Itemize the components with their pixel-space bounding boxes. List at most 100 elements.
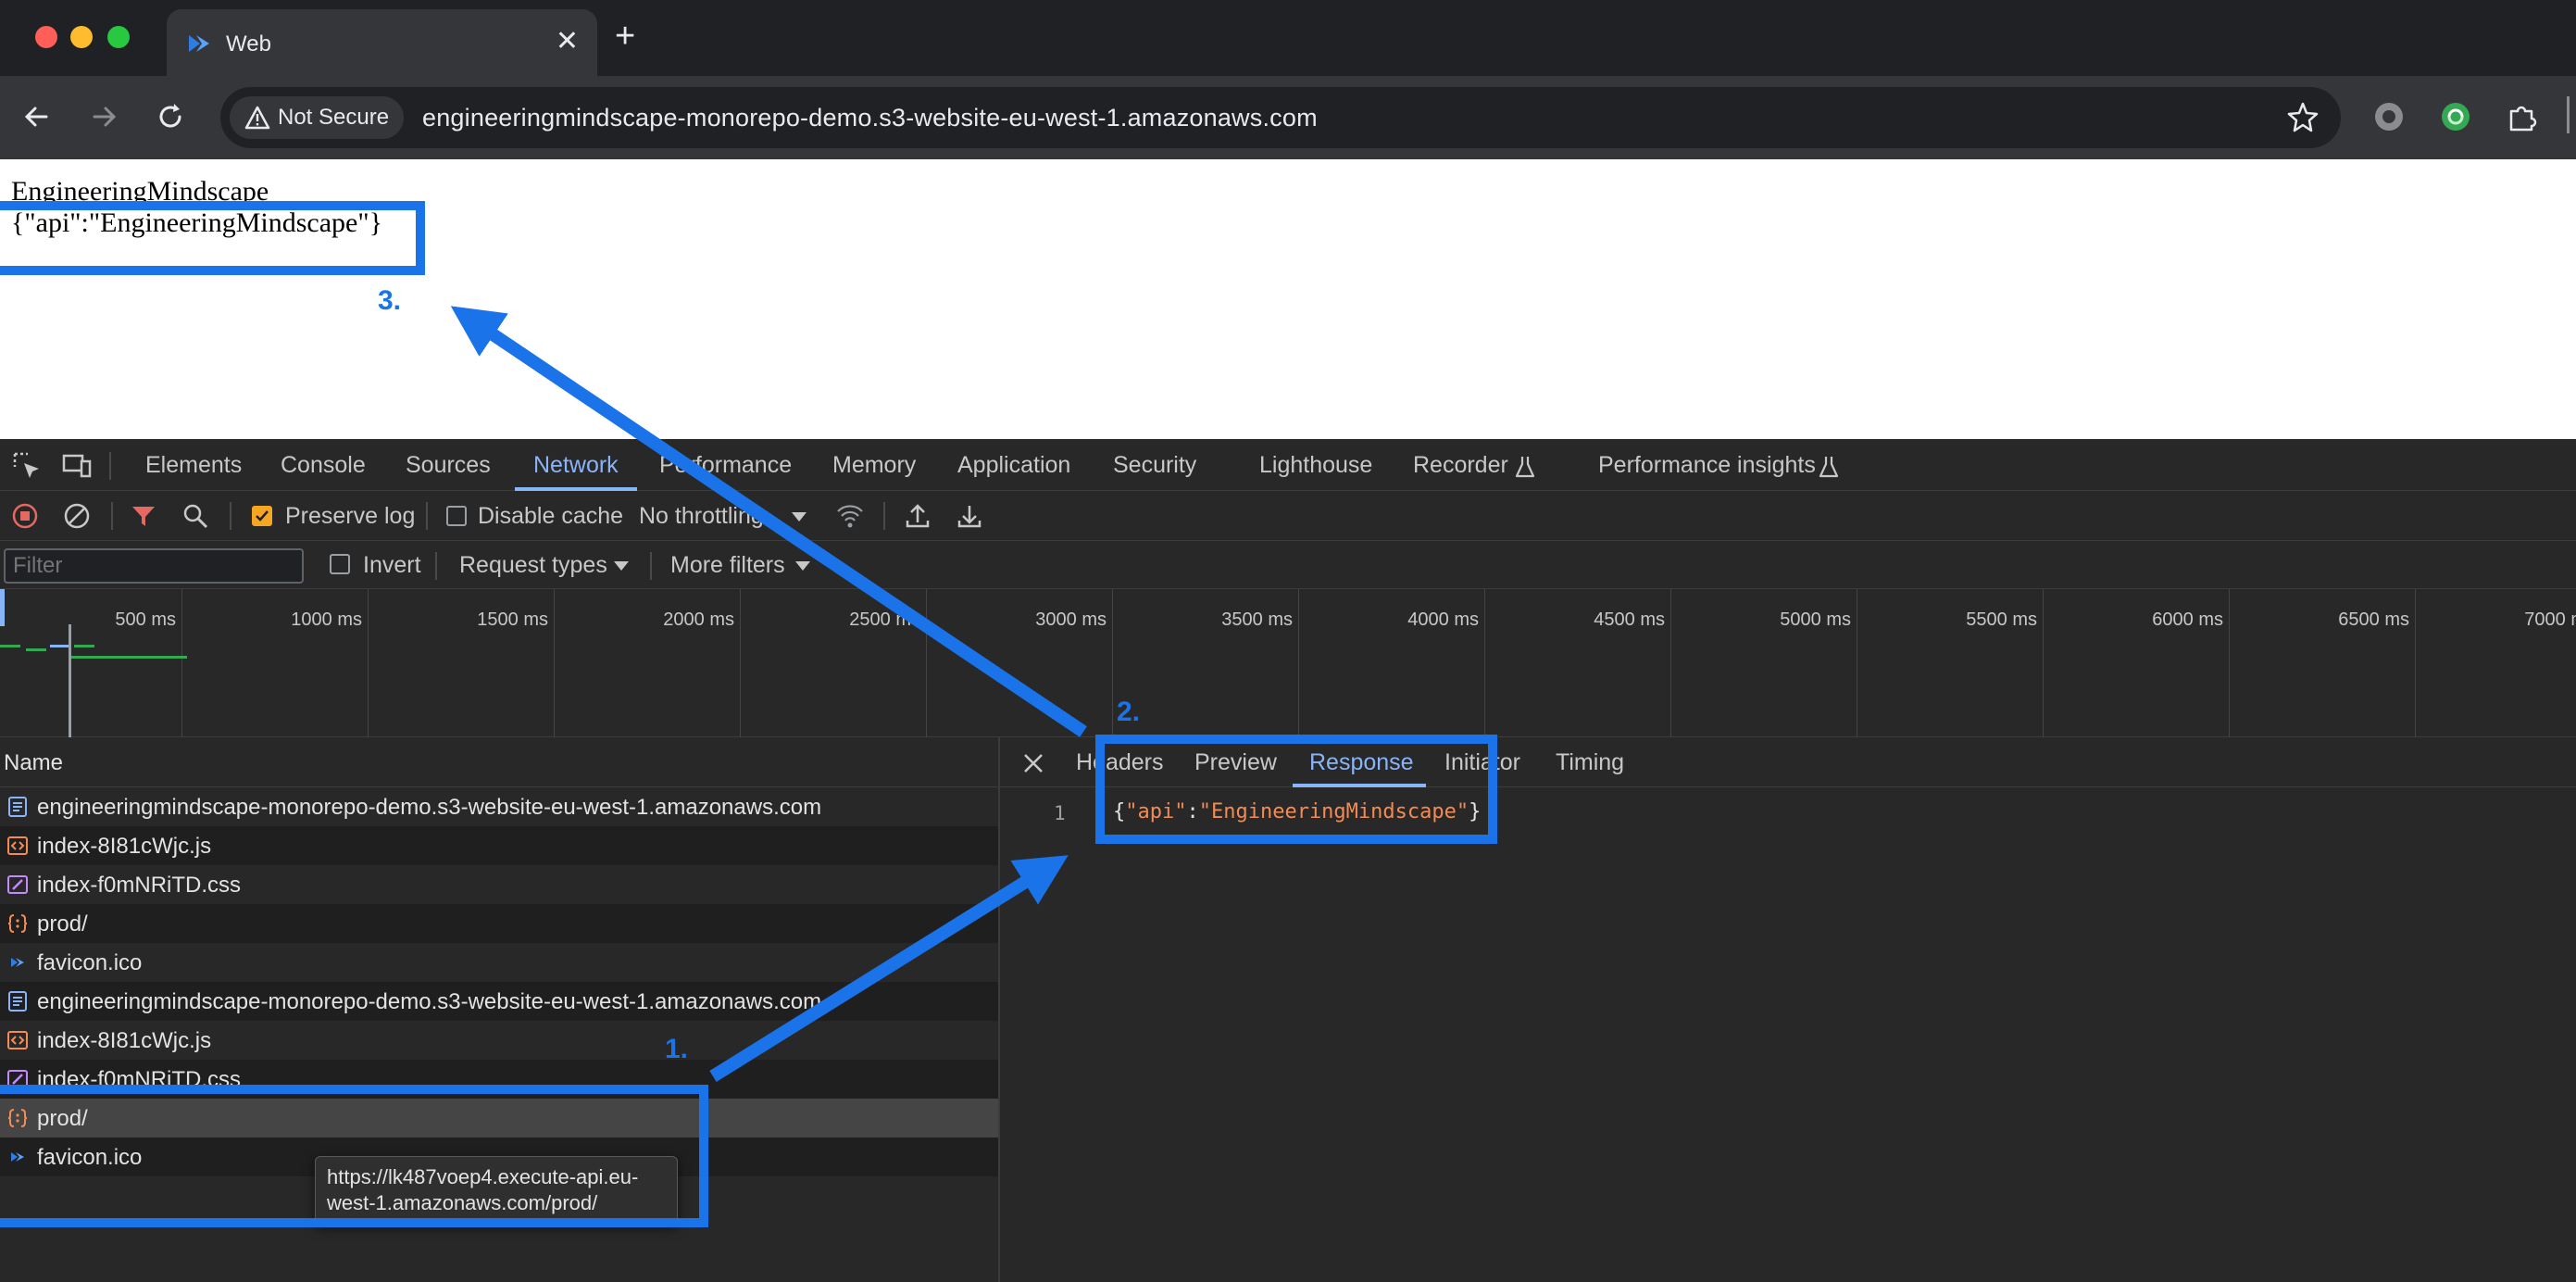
tab-sources[interactable]: Sources xyxy=(406,452,491,479)
preserve-log-checkbox[interactable] xyxy=(252,506,272,526)
tab-title: Web xyxy=(226,31,271,57)
import-har-icon[interactable] xyxy=(904,502,932,530)
tab-performance[interactable]: Performance xyxy=(659,452,792,479)
request-row[interactable]: engineeringmindscape-monorepo-demo.s3-we… xyxy=(0,787,998,826)
request-row[interactable]: index-8I81cWjc.js xyxy=(0,826,998,865)
clear-log-icon[interactable] xyxy=(63,502,91,530)
request-row[interactable]: index-8I81cWjc.js xyxy=(0,1021,998,1060)
detail-tab-bar: Headers Preview Response Initiator Timin… xyxy=(1000,737,2576,787)
throttling-select[interactable]: No throttling xyxy=(639,503,764,530)
tab-recorder[interactable]: Recorder xyxy=(1413,452,1508,479)
security-label: Not Secure xyxy=(278,105,390,130)
tab-elements[interactable]: Elements xyxy=(145,452,242,479)
name-column-header[interactable]: Name xyxy=(4,750,63,776)
request-name: prod/ xyxy=(37,911,88,936)
request-row[interactable]: index-f0mNRiTD.css xyxy=(0,865,998,904)
page-heading: EngineeringMindscape xyxy=(11,176,269,207)
site-favicon-icon xyxy=(189,35,209,52)
address-bar[interactable]: Not Secure engineeringmindscape-monorepo… xyxy=(220,87,2341,148)
timeline-tick-label: 6000 ms xyxy=(2152,610,2223,630)
toolbar-separator xyxy=(230,502,231,530)
network-conditions-wifi-icon[interactable] xyxy=(835,502,865,530)
response-body[interactable]: {"api":"EngineeringMindscape"} xyxy=(1113,800,1481,823)
request-table-header: Name xyxy=(0,737,998,787)
timeline-gridline xyxy=(2415,589,2416,737)
timeline-tick-label: 5000 ms xyxy=(1780,610,1851,630)
tab-security[interactable]: Security xyxy=(1113,452,1196,479)
response-line-number: 1 xyxy=(1054,802,1066,824)
network-toolbar: Preserve log Disable cache No throttling xyxy=(0,491,2576,541)
tab-network[interactable]: Network xyxy=(533,452,619,479)
request-name: index-f0mNRiTD.css xyxy=(37,873,242,898)
timeline-tick-label: 3000 ms xyxy=(1035,610,1107,630)
extension-shield-icon[interactable] xyxy=(2370,98,2407,135)
timeline-gridline xyxy=(1112,589,1113,737)
invert-label: Invert xyxy=(363,552,421,578)
tab-console[interactable]: Console xyxy=(281,452,366,479)
toolbar-separator xyxy=(650,552,652,580)
json-close-brace: } xyxy=(1469,800,1482,823)
reload-icon[interactable] xyxy=(152,98,189,135)
tab-headers[interactable]: Headers xyxy=(1076,749,1164,776)
request-row[interactable]: prod/ xyxy=(0,904,998,943)
url-text[interactable]: engineeringmindscape-monorepo-demo.s3-we… xyxy=(422,104,1318,132)
extension-sync-icon[interactable] xyxy=(2437,98,2474,135)
not-secure-chip[interactable]: Not Secure xyxy=(230,96,405,139)
timeline-tick-label: 4000 ms xyxy=(1407,610,1479,630)
close-tab-icon[interactable]: ✕ xyxy=(556,26,579,57)
request-name: prod/ xyxy=(37,1106,88,1131)
extensions-puzzle-icon[interactable] xyxy=(2504,98,2541,135)
tab-performance-insights[interactable]: Performance insights xyxy=(1598,452,1816,479)
network-overview-timeline[interactable]: 500 ms 1000 ms 1500 ms 2000 ms 2500 ms 3000 m… xyxy=(0,589,2576,737)
timeline-gridline xyxy=(368,589,369,737)
browser-toolbar: Not Secure engineeringmindscape-monorepo… xyxy=(0,76,2576,159)
timeline-gridline xyxy=(181,589,182,737)
tab-timing[interactable]: Timing xyxy=(1556,749,1624,776)
export-har-icon[interactable] xyxy=(956,502,983,530)
request-row[interactable]: index-f0mNRiTD.css xyxy=(0,1060,998,1099)
new-tab-button[interactable]: + xyxy=(615,15,635,57)
tab-initiator[interactable]: Initiator xyxy=(1444,749,1520,776)
minimize-window-button[interactable] xyxy=(70,26,93,48)
more-filters-dropdown[interactable]: More filters xyxy=(670,552,785,579)
request-row[interactable]: prod/ xyxy=(0,1099,998,1137)
close-window-button[interactable] xyxy=(35,26,57,48)
invert-checkbox[interactable] xyxy=(330,554,350,574)
experimental-flask-icon xyxy=(1819,457,1839,478)
timeline-selection-handle[interactable] xyxy=(0,589,5,626)
timeline-gridline xyxy=(2043,589,2044,737)
tab-lighthouse[interactable]: Lighthouse xyxy=(1259,452,1372,479)
timeline-tick-label: 4500 ms xyxy=(1594,610,1665,630)
close-icon[interactable] xyxy=(1022,752,1044,774)
tab-memory[interactable]: Memory xyxy=(832,452,916,479)
timeline-tick-label: 5500 ms xyxy=(1966,610,2037,630)
tab-application[interactable]: Application xyxy=(957,452,1070,479)
disable-cache-label: Disable cache xyxy=(478,503,624,529)
request-name: favicon.ico xyxy=(37,1145,143,1170)
json-value: "EngineeringMindscape" xyxy=(1198,800,1469,823)
request-types-dropdown[interactable]: Request types xyxy=(459,552,607,579)
device-toolbar-icon[interactable] xyxy=(61,450,93,482)
request-name: index-8I81cWjc.js xyxy=(37,1028,212,1053)
tab-preview[interactable]: Preview xyxy=(1194,749,1277,776)
inspect-element-icon[interactable] xyxy=(11,450,43,482)
timeline-tick-label: 500 ms xyxy=(115,610,176,630)
forward-arrow-icon[interactable] xyxy=(85,98,122,135)
filter-input[interactable] xyxy=(4,548,304,584)
maximize-window-button[interactable] xyxy=(107,26,130,48)
record-stop-icon[interactable] xyxy=(11,502,39,530)
tab-response[interactable]: Response xyxy=(1309,749,1414,776)
request-row[interactable]: engineeringmindscape-monorepo-demo.s3-we… xyxy=(0,982,998,1021)
preserve-log-label: Preserve log xyxy=(285,503,416,529)
browser-tab-web[interactable]: Web ✕ xyxy=(167,9,597,76)
back-arrow-icon[interactable] xyxy=(19,98,56,135)
checkmark-icon xyxy=(256,510,269,522)
bookmark-star-icon[interactable] xyxy=(2285,100,2320,135)
timeline-gridline xyxy=(1484,589,1485,737)
timeline-tick-label: 2500 ms xyxy=(849,610,920,630)
search-icon[interactable] xyxy=(181,502,209,530)
request-row[interactable]: favicon.ico xyxy=(0,943,998,982)
filter-funnel-icon[interactable] xyxy=(130,502,157,530)
tab-strip: Web ✕ + xyxy=(0,0,2576,76)
disable-cache-checkbox[interactable] xyxy=(446,506,467,526)
